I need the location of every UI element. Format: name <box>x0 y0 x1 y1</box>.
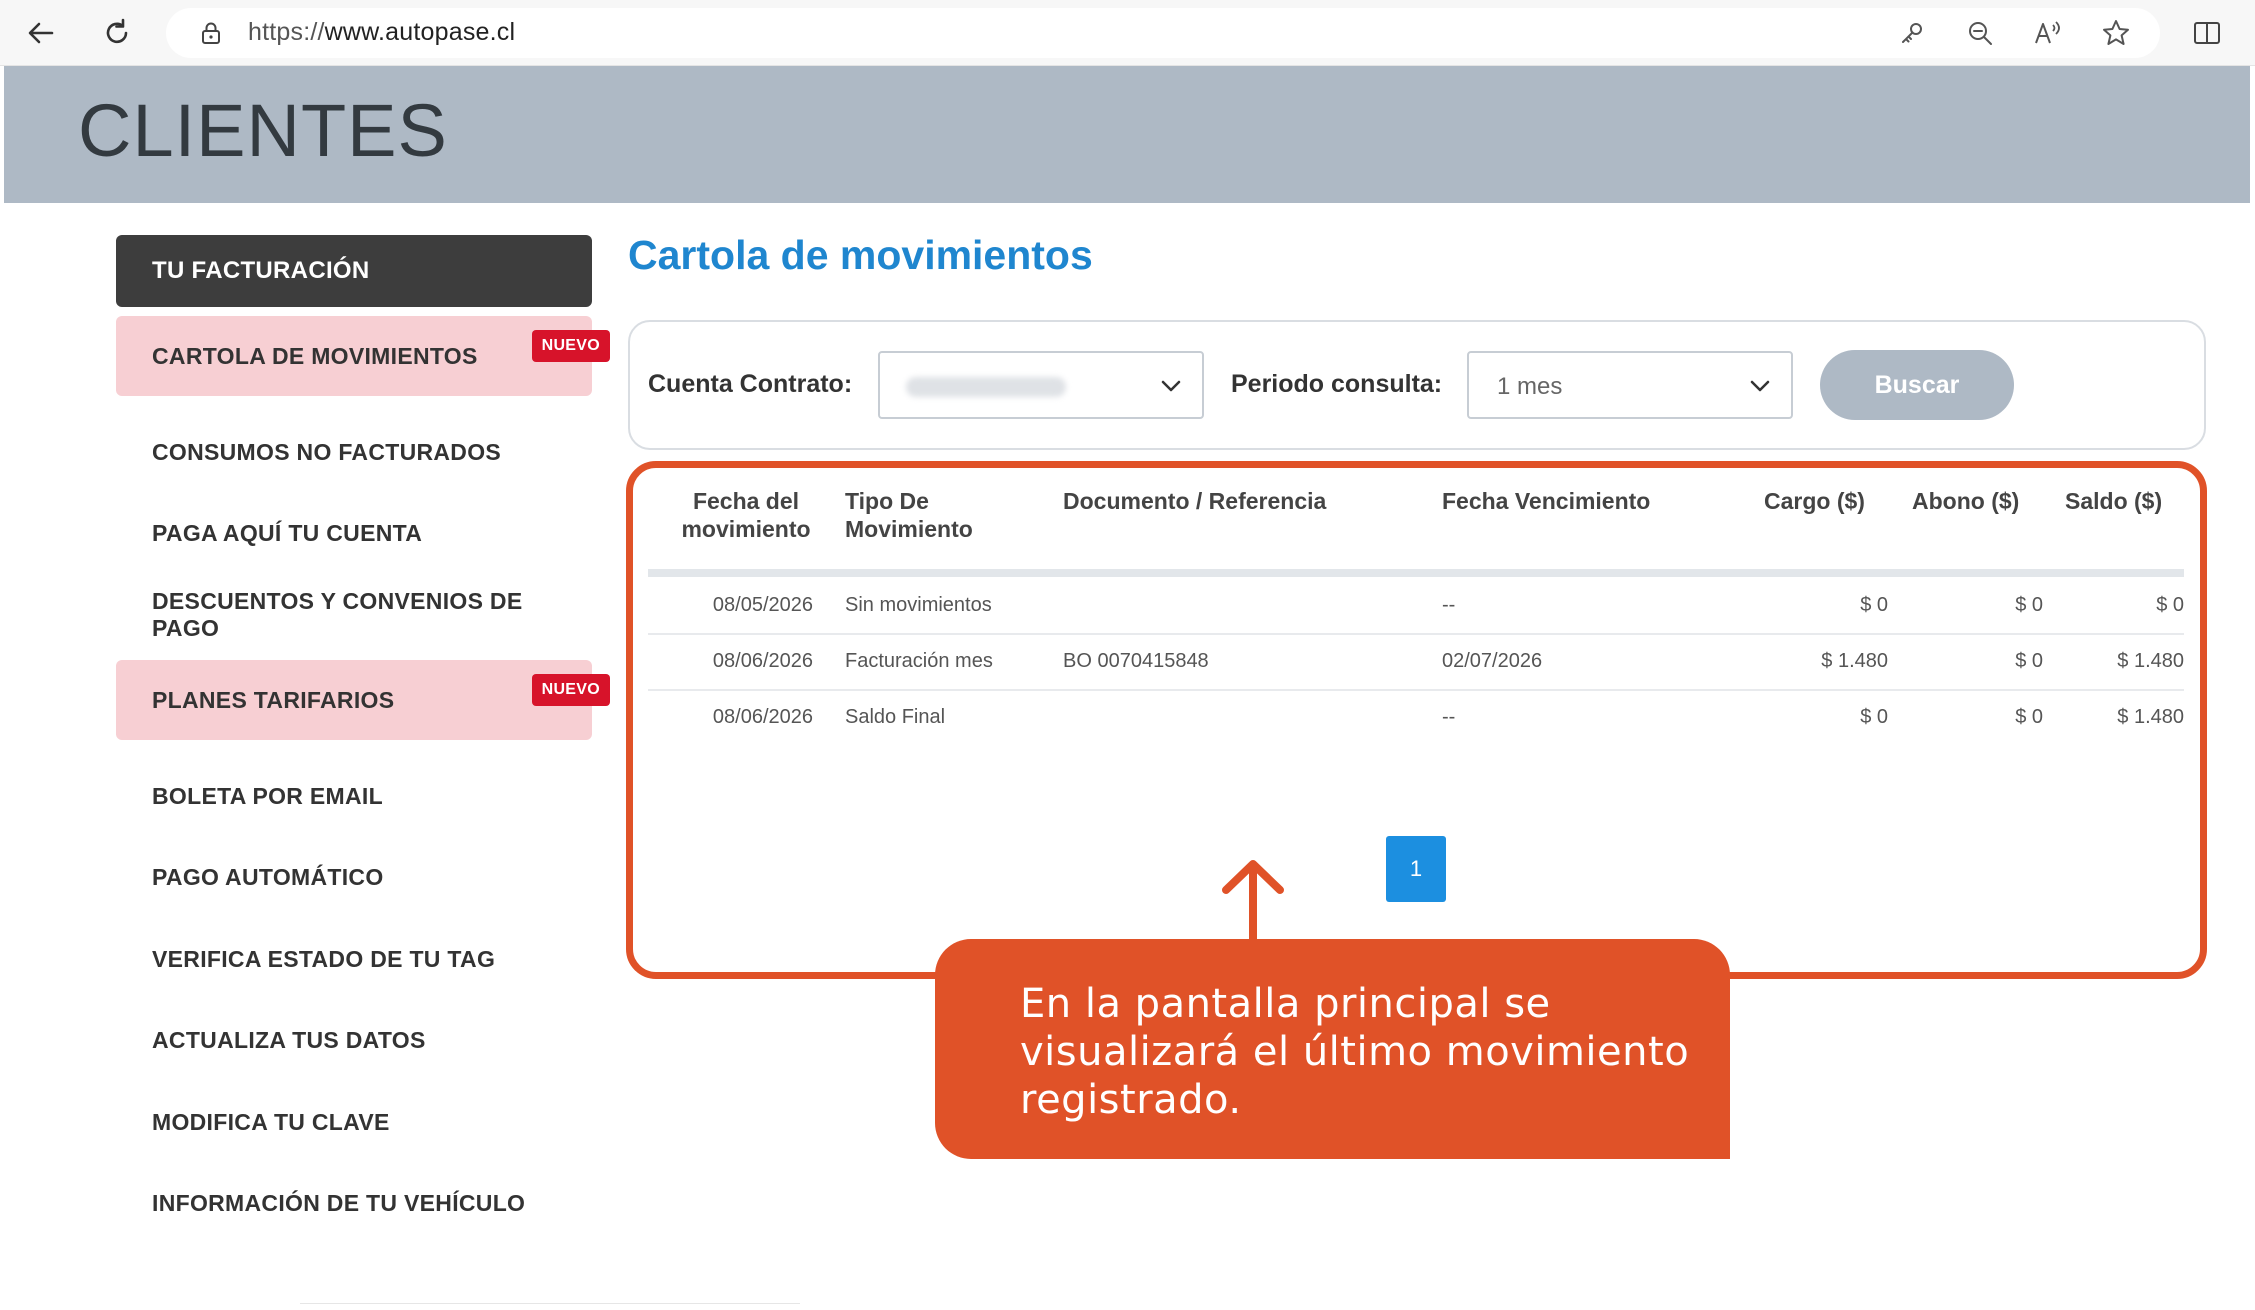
cell-abono: $ 0 <box>2015 706 2043 728</box>
sidebar-item-consumos[interactable]: CONSUMOS NO FACTURADOS <box>116 412 592 492</box>
sidebar-item-label: CONSUMOS NO FACTURADOS <box>152 438 502 465</box>
table-row-divider <box>648 689 2184 691</box>
col-header-saldo[interactable]: Saldo ($) <box>2065 487 2162 515</box>
cell-cargo: $ 0 <box>1860 706 1888 728</box>
col-header-documento[interactable]: Documento / Referencia <box>1063 487 1326 515</box>
cell-tipo: Saldo Final <box>845 706 946 728</box>
cell-cargo: $ 0 <box>1860 594 1888 616</box>
cell-vencimiento: -- <box>1442 594 1456 616</box>
url-host: www.autopase.cl <box>324 18 516 46</box>
cell-fecha: 08/05/2026 <box>712 594 813 616</box>
key-icon[interactable] <box>1893 14 1931 52</box>
col-header-cargo[interactable]: Cargo ($) <box>1764 487 1865 515</box>
cell-saldo: $ 0 <box>2156 594 2184 616</box>
cell-vencimiento: 02/07/2026 <box>1442 650 1543 672</box>
col-header-line: Tipo De <box>845 488 929 514</box>
cell-fecha: 08/06/2026 <box>712 650 813 672</box>
col-header-line: Fecha del <box>692 488 800 514</box>
cell-saldo: $ 1.480 <box>2117 650 2184 672</box>
cell-tipo: Sin movimientos <box>845 594 992 616</box>
sidebar-item-label: CARTOLA DE MOVIMIENTOS <box>152 342 478 369</box>
col-header-line: Movimiento <box>845 516 973 542</box>
col-header-abono[interactable]: Abono ($) <box>1912 487 2019 515</box>
sidebar-item-label: ACTUALIZA TUS DATOS <box>152 1026 426 1053</box>
sidebar-item-cartola[interactable]: CARTOLA DE MOVIMIENTOS NUEVO <box>116 316 610 396</box>
sidebar-item-paga[interactable]: PAGA AQUÍ TU CUENTA <box>116 493 592 573</box>
cuenta-select[interactable] <box>878 351 1204 419</box>
arrow-up-icon <box>1216 858 1290 946</box>
cell-vencimiento: -- <box>1442 706 1456 728</box>
lock-icon[interactable] <box>196 18 226 48</box>
sidebar-item-vehiculo[interactable]: INFORMACIÓN DE TU VEHÍCULO <box>116 1163 592 1243</box>
cell-fecha: 08/06/2026 <box>712 706 813 728</box>
pagination-page-button[interactable]: 1 <box>1386 836 1446 902</box>
sidebar-item-modifica-clave[interactable]: MODIFICA TU CLAVE <box>116 1082 592 1162</box>
sidebar-item-descuentos[interactable]: DESCUENTOS Y CONVENIOS DE PAGO <box>116 575 592 655</box>
cell-documento[interactable]: BO 0070415848 <box>1063 650 1209 673</box>
favorite-star-icon[interactable] <box>2097 14 2135 52</box>
chevron-down-icon <box>1747 373 1773 399</box>
section-title: Cartola de movimientos <box>628 232 1093 278</box>
url-text[interactable]: https://www.autopase.cl <box>248 18 515 47</box>
sidebar-item-label: DESCUENTOS Y CONVENIOS DE PAGO <box>152 588 523 641</box>
cell-tipo: Facturación mes <box>845 650 993 672</box>
cell-abono: $ 0 <box>2015 650 2043 672</box>
new-badge: NUEVO <box>531 330 610 362</box>
url-scheme: https:// <box>248 18 325 46</box>
chevron-down-icon <box>1158 373 1184 399</box>
col-header-fecha[interactable]: Fecha del movimiento <box>670 487 822 543</box>
table-header-divider <box>648 569 2184 577</box>
callout-text: En la pantalla principal se visualizará … <box>1020 981 1690 1123</box>
sidebar-title[interactable]: TU FACTURACIÓN <box>116 235 592 307</box>
search-button[interactable]: Buscar <box>1820 350 2014 420</box>
col-header-vencimiento[interactable]: Fecha Vencimiento <box>1442 487 1650 515</box>
sidebar-item-label: MODIFICA TU CLAVE <box>152 1108 390 1135</box>
zoom-out-icon[interactable] <box>1961 14 1999 52</box>
split-screen-icon[interactable] <box>2188 14 2226 52</box>
cell-cargo: $ 1.480 <box>1821 650 1888 672</box>
cell-abono: $ 0 <box>2015 594 2043 616</box>
sidebar-item-label: BOLETA POR EMAIL <box>152 782 383 809</box>
table-row-divider <box>648 633 2184 635</box>
cell-saldo: $ 1.480 <box>2117 706 2184 728</box>
sidebar-item-label: INFORMACIÓN DE TU VEHÍCULO <box>152 1189 526 1216</box>
cuenta-label: Cuenta Contrato: <box>648 370 853 398</box>
sidebar-item-pago-automatico[interactable]: PAGO AUTOMÁTICO <box>116 837 592 917</box>
read-aloud-icon[interactable] <box>2029 14 2067 52</box>
sidebar-item-label: VERIFICA ESTADO DE TU TAG <box>152 945 496 972</box>
sidebar-item-verifica-tag[interactable]: VERIFICA ESTADO DE TU TAG <box>116 919 592 999</box>
sidebar-item-label: PLANES TARIFARIOS <box>152 686 395 713</box>
col-header-tipo[interactable]: Tipo De Movimiento <box>845 487 973 543</box>
sidebar-item-planes[interactable]: PLANES TARIFARIOS NUEVO <box>116 660 610 740</box>
footer-divider <box>300 1303 800 1304</box>
sidebar-item-label: PAGA AQUÍ TU CUENTA <box>152 519 423 546</box>
page-title: CLIENTES <box>78 89 448 172</box>
redacted-account-number <box>906 377 1066 397</box>
back-arrow-icon[interactable] <box>20 12 62 54</box>
sidebar-item-boleta[interactable]: BOLETA POR EMAIL <box>116 756 592 836</box>
new-badge: NUEVO <box>531 674 610 706</box>
periodo-label: Periodo consulta: <box>1231 370 1443 398</box>
sidebar-item-label: PAGO AUTOMÁTICO <box>152 863 384 890</box>
col-header-line: movimiento <box>681 516 811 542</box>
refresh-icon[interactable] <box>96 12 138 54</box>
sidebar-item-actualiza-datos[interactable]: ACTUALIZA TUS DATOS <box>116 1000 592 1080</box>
periodo-select[interactable]: 1 mes <box>1467 351 1793 419</box>
periodo-value: 1 mes <box>1497 373 1563 400</box>
